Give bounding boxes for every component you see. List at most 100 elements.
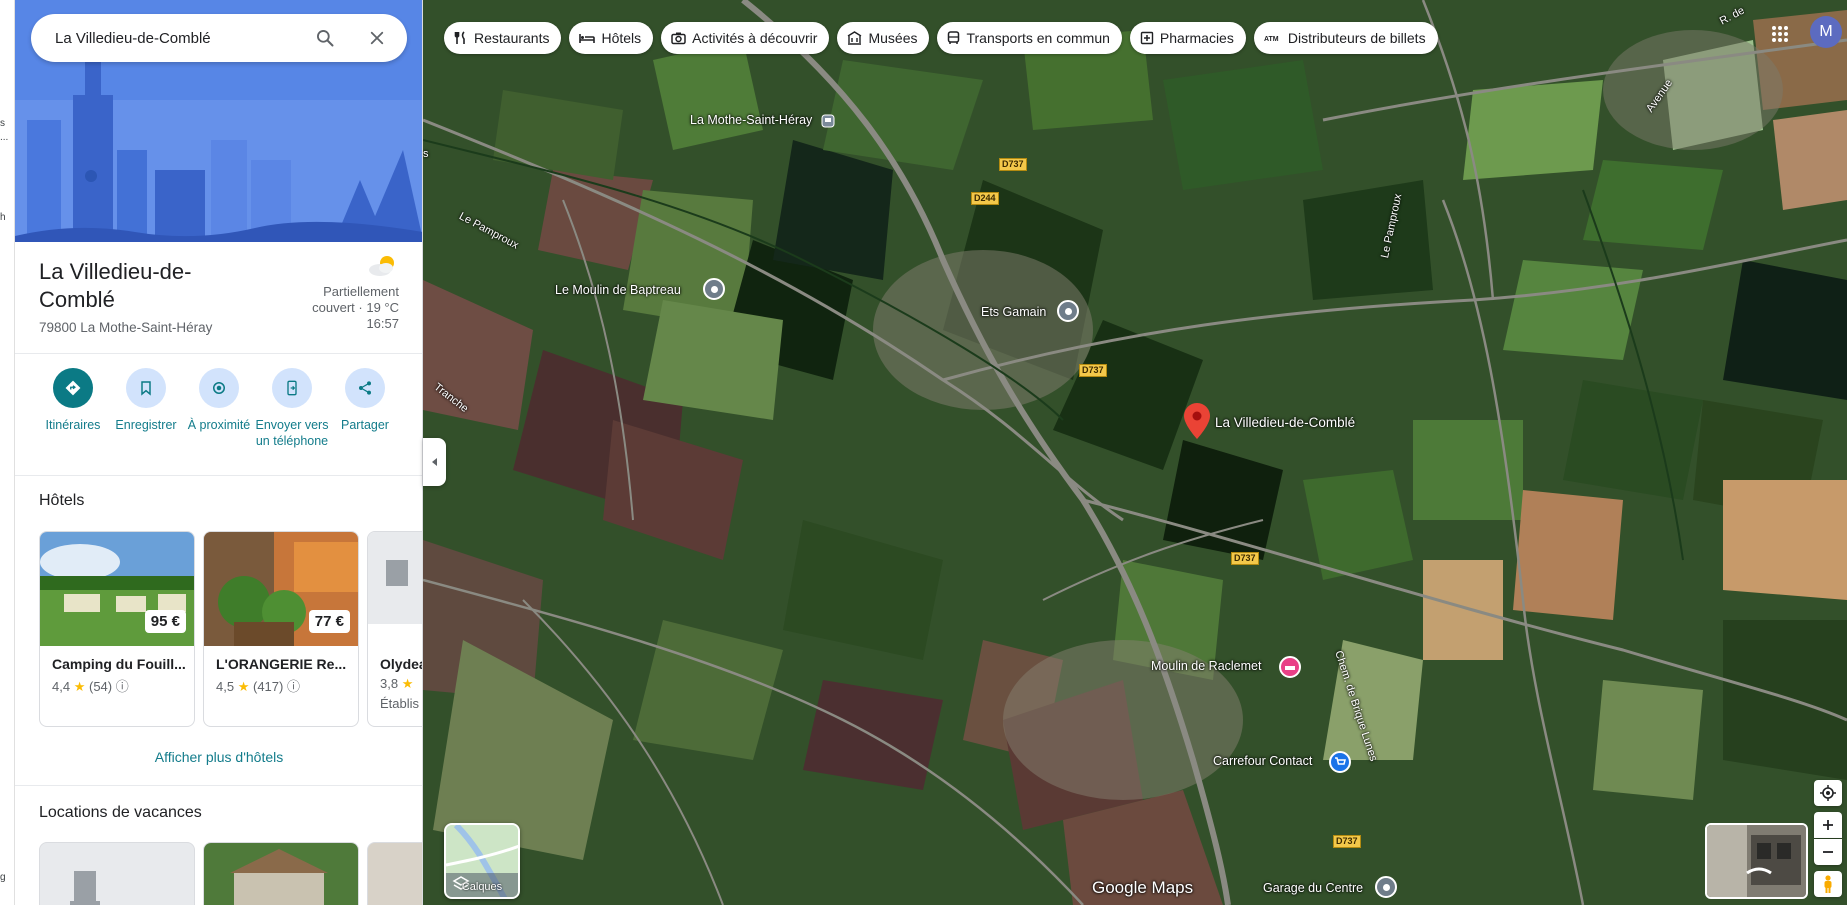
vacation-card[interactable] xyxy=(39,842,195,905)
place-label[interactable]: Le Moulin de Baptreau xyxy=(555,283,681,297)
vacation-card[interactable] xyxy=(367,842,422,905)
plus-icon xyxy=(1823,820,1833,830)
hotel-rating: 3,8 ★ xyxy=(380,676,414,691)
street-view-thumbnail[interactable] xyxy=(1705,823,1808,899)
svg-text:ATM: ATM xyxy=(1264,36,1279,43)
vacation-card[interactable] xyxy=(203,842,359,905)
search-icon[interactable] xyxy=(313,26,337,50)
send-to-phone-button[interactable]: Envoyer vers un téléphone xyxy=(254,368,330,449)
info-icon[interactable]: ⓘ xyxy=(116,679,129,694)
poi-pin[interactable] xyxy=(1375,876,1397,898)
poi-pin[interactable] xyxy=(1057,300,1079,322)
hotel-card[interactable]: 95 € Camping du Fouill... 4,4 ★ (54) ⓘ xyxy=(39,531,195,727)
chip-label: Musées xyxy=(868,30,918,46)
directions-button[interactable]: Itinéraires xyxy=(35,368,111,433)
hotel-pin-icon[interactable] xyxy=(1279,656,1301,678)
hotel-card[interactable]: Olydea 3,8 ★ Établis xyxy=(367,531,423,727)
my-location-button[interactable] xyxy=(1814,780,1842,806)
place-header: La Villedieu-de-Comblé 79800 La Mothe-Sa… xyxy=(15,242,422,354)
place-label[interactable]: Garage du Centre xyxy=(1263,881,1363,895)
hotels-heading: Hôtels xyxy=(39,492,85,509)
weather-condition: Partiellement xyxy=(323,284,399,299)
close-icon[interactable] xyxy=(365,26,389,50)
road-label: s xyxy=(423,148,429,160)
hotel-name: Olydea xyxy=(380,656,423,672)
fork-knife-icon xyxy=(454,31,465,44)
road-number-badge: D737 xyxy=(999,158,1027,171)
bed-icon xyxy=(579,34,596,43)
zoom-in-button[interactable] xyxy=(1814,812,1842,838)
bookmark-icon xyxy=(141,381,151,396)
search-input[interactable] xyxy=(55,29,315,47)
chevron-left-icon xyxy=(431,458,437,466)
pharmacy-icon xyxy=(1140,31,1154,45)
nearby-label: À proximité xyxy=(187,418,251,432)
bus-icon xyxy=(948,31,960,44)
search-box xyxy=(31,14,407,62)
chip-label: Pharmacies xyxy=(1159,30,1234,46)
shopping-cart-icon[interactable] xyxy=(1329,751,1351,773)
star-icon: ★ xyxy=(401,676,414,691)
poi-pin[interactable] xyxy=(703,278,725,300)
location-pin-icon[interactable] xyxy=(1184,403,1210,439)
pegman-button[interactable] xyxy=(1814,871,1842,897)
info-icon[interactable]: ⓘ xyxy=(287,679,300,694)
chip-restaurants[interactable]: Restaurants xyxy=(444,22,562,54)
share-label: Partager xyxy=(341,418,389,432)
share-button[interactable]: Partager xyxy=(327,368,403,433)
save-button[interactable]: Enregistrer xyxy=(108,368,184,433)
chip-activities[interactable]: Activités à découvrir xyxy=(661,22,830,54)
chip-museums[interactable]: Musées xyxy=(837,22,930,54)
vacation-rentals-heading: Locations de vacances xyxy=(39,804,202,821)
chip-pharmacies[interactable]: Pharmacies xyxy=(1129,22,1246,54)
weather-time: 16:57 xyxy=(366,316,399,331)
hotel-price: 77 € xyxy=(308,610,350,633)
chip-transit[interactable]: Transports en commun xyxy=(937,22,1122,54)
building-icon xyxy=(70,871,100,905)
train-station-icon[interactable] xyxy=(821,114,835,128)
send-to-phone-label: Envoyer vers un téléphone xyxy=(255,418,329,448)
place-label[interactable]: Carrefour Contact xyxy=(1213,754,1312,768)
star-icon: ★ xyxy=(237,679,250,694)
apps-grid-icon xyxy=(1772,26,1788,42)
apps-grid-button[interactable] xyxy=(1766,20,1794,48)
weather-widget: Partiellement couvert · 19 °C 16:57 xyxy=(269,254,399,332)
hotel-status: Établis xyxy=(380,696,420,711)
place-label[interactable]: Moulin de Raclemet xyxy=(1151,659,1261,673)
place-label[interactable]: La Villedieu-de-Comblé xyxy=(1215,415,1355,430)
edge-text: ... xyxy=(0,132,9,143)
place-label[interactable]: Ets Gamain xyxy=(981,305,1046,319)
camera-icon xyxy=(671,32,686,45)
divider xyxy=(15,785,422,786)
place-label[interactable]: La Mothe-Saint-Héray xyxy=(690,113,812,127)
edge-text: g xyxy=(0,872,6,883)
edge-text: s xyxy=(0,118,5,129)
my-location-icon xyxy=(1820,785,1836,801)
chip-label: Activités à découvrir xyxy=(692,30,818,46)
nearby-button[interactable]: À proximité xyxy=(181,368,257,433)
layers-button[interactable]: Calques xyxy=(444,823,520,899)
directions-icon xyxy=(65,380,81,396)
more-hotels-link[interactable]: Afficher plus d'hôtels xyxy=(15,749,422,765)
map-canvas[interactable]: La Mothe-Saint-Héray Le Moulin de Baptre… xyxy=(423,0,1847,905)
hotel-card[interactable]: 77 € L'ORANGERIE Re... 4,5 ★ (417) ⓘ xyxy=(203,531,359,727)
chip-hotels[interactable]: Hôtels xyxy=(569,22,654,54)
nearby-icon xyxy=(213,382,225,394)
place-title: La Villedieu-de-Comblé xyxy=(39,259,192,312)
atm-icon: ATM xyxy=(1264,36,1279,43)
hotel-name: L'ORANGERIE Re... xyxy=(216,656,347,672)
pegman-icon xyxy=(1824,875,1832,893)
send-to-phone-icon xyxy=(287,380,297,396)
google-maps-logo: Google Maps xyxy=(1092,878,1194,897)
directions-label: Itinéraires xyxy=(45,418,101,432)
collapse-panel-button[interactable] xyxy=(423,438,446,486)
hotel-name: Camping du Fouill... xyxy=(52,656,186,672)
zoom-out-button[interactable] xyxy=(1814,839,1842,865)
chip-atms[interactable]: ATM Distributeurs de billets xyxy=(1253,22,1438,54)
layers-label: Calques xyxy=(461,881,503,893)
weather-temp: couvert · 19 °C xyxy=(312,300,399,315)
account-avatar[interactable]: M xyxy=(1810,16,1842,48)
street-view-photo xyxy=(1707,825,1806,897)
road-number-badge: D737 xyxy=(1079,364,1107,377)
category-chips: Restaurants Hôtels Activités à découvrir… xyxy=(444,22,1438,54)
